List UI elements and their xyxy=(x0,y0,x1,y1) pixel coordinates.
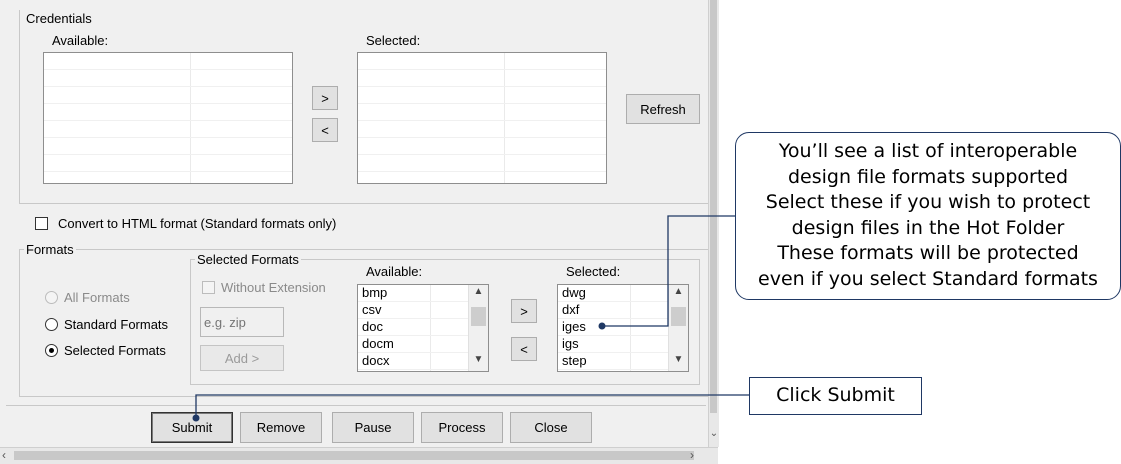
formats-callout-dot xyxy=(598,322,606,330)
callout-line: even if you select Standard formats xyxy=(758,267,1098,290)
formats-callout: You’ll see a list of interoperable desig… xyxy=(735,132,1121,300)
callout-line: You’ll see a list of interoperable xyxy=(778,140,1078,162)
submit-callout-text: Click Submit xyxy=(776,384,895,406)
callout-line: Select these if you wish to protect xyxy=(765,191,1091,213)
submit-callout: Click Submit xyxy=(749,377,922,415)
callout-line: design file formats supported xyxy=(787,165,1069,188)
formats-callout-connector xyxy=(602,215,736,327)
callout-line: design files in the Hot Folder xyxy=(791,216,1065,239)
submit-callout-connector xyxy=(195,394,749,418)
submit-callout-dot xyxy=(192,414,200,422)
callout-line: These formats will be protected xyxy=(777,242,1079,264)
